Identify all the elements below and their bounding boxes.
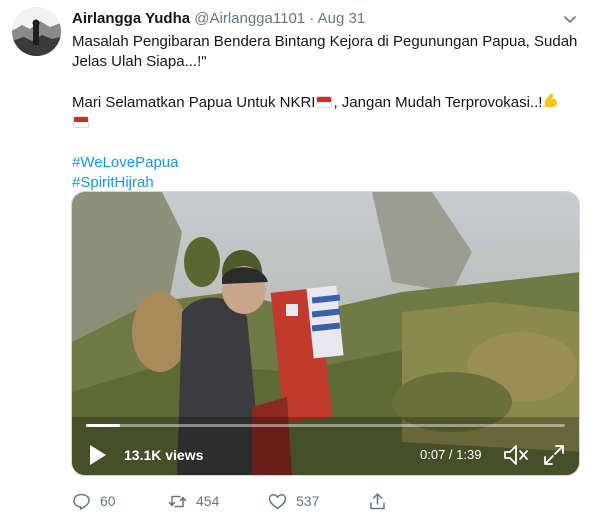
reply-count: 60 xyxy=(100,493,116,509)
flexed-biceps-emoji-icon xyxy=(545,94,558,107)
text-line-1: Masalah Pengibaran Bendera Bintang Kejor… xyxy=(72,33,578,50)
text-line-3-start: Mari Selamatkan Papua Untuk NKRI xyxy=(72,94,316,111)
avatar[interactable] xyxy=(12,7,61,56)
author-handle[interactable]: @Airlangga1101 xyxy=(194,10,305,27)
video-player[interactable]: 13.1K views 0:07 / 1:39 xyxy=(71,191,580,476)
video-progress-fill xyxy=(86,424,120,427)
tweet[interactable]: Airlangga Yudha @Airlangga1101 · Aug 31 … xyxy=(0,0,598,522)
text-line-3: Mari Selamatkan Papua Untuk NKRI , Jangan… xyxy=(72,92,582,113)
hashtag-welovepapua[interactable]: #WeLovePapua xyxy=(72,153,582,173)
tweet-header: Airlangga Yudha @Airlangga1101 · Aug 31 xyxy=(72,9,578,29)
volume-muted-icon[interactable] xyxy=(503,443,529,467)
hashtag-spirithijrah[interactable]: #SpiritHijrah xyxy=(72,173,582,193)
video-frame xyxy=(72,192,579,475)
text-line-3-end: , Jangan Mudah Terprovokasi..! xyxy=(333,94,543,111)
separator: · xyxy=(309,10,315,27)
chevron-down-icon[interactable] xyxy=(562,11,578,27)
author-name[interactable]: Airlangga Yudha xyxy=(72,10,190,27)
share-icon xyxy=(370,492,385,509)
tweet-text: Masalah Pengibaran Bendera Bintang Kejor… xyxy=(72,32,582,193)
reply-button[interactable]: 60 xyxy=(72,490,116,512)
like-count: 537 xyxy=(296,493,320,509)
video-progress-bar[interactable] xyxy=(86,424,565,427)
text-line-4 xyxy=(72,113,582,133)
share-button[interactable] xyxy=(368,490,396,512)
play-icon[interactable] xyxy=(88,443,108,467)
retweet-button[interactable]: 454 xyxy=(168,490,219,512)
heart-icon xyxy=(268,493,287,509)
retweet-icon xyxy=(168,495,187,507)
like-button[interactable]: 537 xyxy=(268,490,319,512)
text-line-2: Jelas Ulah Siapa...!" xyxy=(72,53,207,70)
indonesia-flag-emoji-icon xyxy=(73,116,89,128)
view-count: 13.1K views xyxy=(124,447,204,463)
indonesia-flag-emoji-icon xyxy=(316,96,333,108)
tweet-date[interactable]: Aug 31 xyxy=(318,10,366,27)
tweet-actions: 60 454 537 xyxy=(72,490,402,512)
video-time: 0:07 / 1:39 xyxy=(420,447,482,462)
retweet-count: 454 xyxy=(196,493,220,509)
fullscreen-icon[interactable] xyxy=(543,444,565,466)
reply-icon xyxy=(73,493,90,510)
